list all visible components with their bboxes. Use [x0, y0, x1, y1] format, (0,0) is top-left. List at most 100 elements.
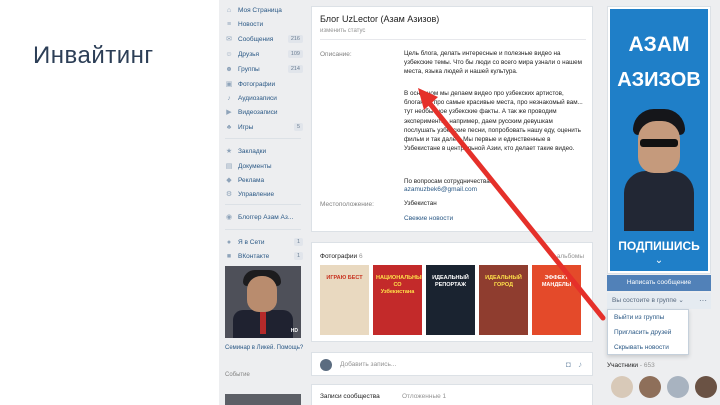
- count-badge: 214: [287, 65, 303, 73]
- sidebar-item-friends[interactable]: ☺ Друзья 109: [225, 48, 305, 60]
- sidebar-item-news[interactable]: ≡ Новости: [225, 18, 305, 30]
- sidebar-item-music[interactable]: ♪ Аудиозаписи: [225, 92, 305, 104]
- documents-icon: ▤: [225, 163, 233, 170]
- photos-count: 6: [358, 253, 363, 260]
- news-link[interactable]: Свежие новости: [404, 215, 453, 222]
- sidebar-item-label: Группы: [238, 65, 260, 73]
- photo-caption: ИГРАЮ БЕСТ: [326, 275, 363, 281]
- more-icon[interactable]: ···: [699, 293, 707, 309]
- ad-person-face: [247, 276, 277, 312]
- photo-thumbnail[interactable]: ИДЕАЛЬНЫЙ ГОРОД: [479, 265, 528, 335]
- member-avatar[interactable]: [667, 376, 689, 398]
- menu-item-leave-group[interactable]: Выйти из группы: [608, 310, 688, 325]
- sidebar-item-online[interactable]: ● Я в Сети 1: [225, 236, 305, 248]
- banner-subscribe-text: ПОДПИШИСЬ: [618, 239, 700, 253]
- sidebar-item-ads[interactable]: ◆ Реклама: [225, 174, 305, 186]
- banner-person-face: [638, 121, 680, 173]
- nav-divider: [225, 229, 301, 230]
- location-value: Узбекистан: [404, 200, 437, 207]
- sidebar-item-label: Новости: [238, 20, 264, 28]
- post-input[interactable]: Добавить запись...: [340, 361, 396, 368]
- ad-caption[interactable]: Семинар в Ликей. Помощь?: [225, 344, 305, 352]
- sidebar-item-blogger[interactable]: ◉ Блоггер Азам Аз...: [225, 211, 305, 223]
- photos-card: Фотографии 6 альбомы ИГРАЮ БЕСТ НАЦИОНАЛЬ…: [311, 242, 593, 342]
- photo-thumbnail[interactable]: НАЦИОНАЛЬНЫЙ СО Узбекистана: [373, 265, 422, 335]
- groups-icon: ☻: [225, 65, 233, 73]
- banner-name-last: АЗИЗОВ: [617, 69, 701, 91]
- membership-button[interactable]: Вы состоите в группе ⌄ ···: [607, 293, 711, 309]
- photos-title[interactable]: Фотографии 6: [320, 253, 363, 260]
- sidebar-item-manage[interactable]: ⚙ Управление: [225, 188, 305, 200]
- count-badge: 1: [293, 252, 303, 260]
- group-banner[interactable]: АЗАМ АЗИЗОВ ПОДПИШИСЬ ⌄: [607, 6, 711, 274]
- ad-image-2[interactable]: [225, 394, 301, 405]
- group-info-card: Блог UzLector (Азам Азизов) изменить ста…: [311, 6, 593, 232]
- nav-divider: [225, 138, 301, 139]
- online-icon: ●: [226, 238, 232, 246]
- blogger-icon: ◉: [225, 214, 233, 221]
- wall-tabs: Записи сообщества Отложенные 1: [311, 384, 593, 405]
- sidebar-item-label: Аудиозаписи: [238, 94, 277, 102]
- sidebar-item-label: ВКонтакте: [238, 252, 270, 260]
- member-avatar[interactable]: [639, 376, 661, 398]
- sidebar-item-home[interactable]: ⌂ Моя Страница: [225, 4, 305, 16]
- description-text-1: Цель блога, делать интересные и полезные…: [404, 50, 582, 76]
- members-label: Участники: [607, 362, 639, 369]
- member-avatar[interactable]: [695, 376, 717, 398]
- menu-item-invite-friends[interactable]: Пригласить друзей: [608, 325, 688, 340]
- sidebar-item-label: Управление: [238, 190, 275, 198]
- camera-icon[interactable]: ◘: [566, 360, 571, 369]
- friends-icon: ☺: [225, 50, 233, 58]
- bookmarks-icon: ★: [225, 148, 233, 155]
- photo-caption: ИДЕАЛЬНЫЙ ГОРОД: [485, 275, 522, 288]
- description-text-3: По вопросам сотрудничества:: [404, 178, 492, 185]
- sidebar-item-label: Закладки: [238, 147, 267, 155]
- sidebar-item-label: Видеозаписи: [238, 108, 278, 116]
- banner-person-body: [624, 171, 694, 231]
- sidebar-item-label: Я в Сети: [238, 238, 265, 246]
- sidebar-item-vk[interactable]: ■ ВКонтакте 1: [225, 250, 305, 262]
- albums-link[interactable]: альбомы: [557, 253, 584, 260]
- members-header[interactable]: Участники · 653: [607, 362, 655, 369]
- tab-community-posts[interactable]: Записи сообщества: [320, 393, 380, 400]
- banner-image: АЗАМ АЗИЗОВ ПОДПИШИСЬ ⌄: [610, 9, 708, 271]
- sidebar-item-video[interactable]: ▶ Видеозаписи: [225, 106, 305, 118]
- ad-image[interactable]: HD: [225, 266, 301, 338]
- count-badge: 216: [287, 35, 303, 43]
- sidebar-item-messages[interactable]: ✉ Сообщения 216: [225, 33, 305, 45]
- sidebar-item-label: Моя Страница: [238, 6, 282, 14]
- divider: [320, 39, 586, 40]
- slide-title: Инвайтинг: [33, 42, 154, 69]
- sidebar-item-bookmarks[interactable]: ★ Закладки: [225, 145, 305, 157]
- sidebar-item-groups[interactable]: ☻ Группы 214: [225, 63, 305, 75]
- photos-icon: ▣: [225, 81, 233, 88]
- send-message-button[interactable]: Написать сообщение: [607, 275, 711, 291]
- member-avatar[interactable]: [611, 376, 633, 398]
- photo-thumbnail[interactable]: ИГРАЮ БЕСТ: [320, 265, 369, 335]
- music-icon: ♪: [227, 94, 231, 102]
- music-icon[interactable]: ♪: [578, 360, 582, 369]
- contact-email[interactable]: azamuzbek6@gmail.com: [404, 186, 477, 193]
- sidebar-item-documents[interactable]: ▤ Документы: [225, 160, 305, 172]
- tab-postponed[interactable]: Отложенные 1: [402, 393, 446, 400]
- vk-screenshot: ⌂ Моя Страница ≡ Новости ✉ Сообщения 216 ☺ Друзь…: [219, 0, 720, 405]
- sidebar-item-games[interactable]: ♣ Игры 5: [225, 121, 305, 133]
- sidebar-item-label: Фотографии: [238, 80, 276, 88]
- banner-name-first: АЗАМ: [628, 33, 690, 56]
- sidebar-item-label: Друзья: [238, 50, 260, 58]
- sidebar-item-label: Сообщения: [238, 35, 274, 43]
- photo-thumbnail[interactable]: ЭФФЕКТ МАНДЕЛЫ: [532, 265, 581, 335]
- edit-status-link[interactable]: изменить статус: [320, 28, 365, 34]
- new-post-box[interactable]: Добавить запись... ◘ ♪: [311, 352, 593, 376]
- sidebar-item-photos[interactable]: ▣ Фотографии: [225, 78, 305, 90]
- nav-divider: [225, 204, 301, 205]
- count-badge: 1: [293, 238, 303, 246]
- ad-hd-badge: HD: [290, 328, 298, 334]
- menu-item-hide-news[interactable]: Скрывать новости: [608, 340, 688, 355]
- avatar: [320, 359, 332, 371]
- video-icon: ▶: [226, 109, 232, 116]
- members-count: 653: [643, 362, 655, 369]
- news-icon: ≡: [226, 20, 232, 28]
- photo-thumbnail[interactable]: ИДЕАЛЬНЫЙ РЕПОРТАЖ: [426, 265, 475, 335]
- sidebar-item-label: Документы: [238, 162, 272, 170]
